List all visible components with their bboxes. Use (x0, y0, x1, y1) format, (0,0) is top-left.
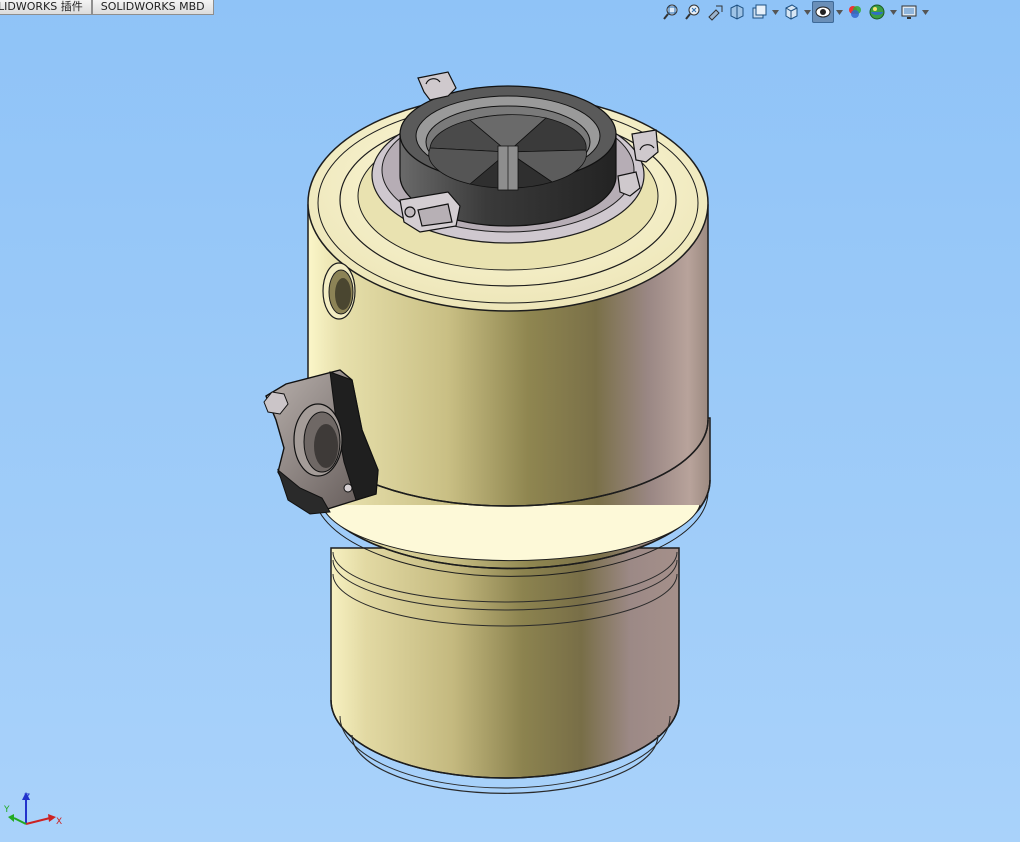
dishwasher-inlet[interactable] (322, 262, 356, 320)
x-axis-arrow (48, 814, 56, 822)
y-axis-arrow (8, 814, 14, 822)
z-axis-label: Z (24, 793, 30, 803)
view-orientation-icon (785, 4, 798, 20)
edit-appearance-button[interactable] (844, 1, 866, 23)
chevron-down-icon (921, 9, 929, 15)
y-axis-label: Y (4, 805, 10, 815)
view-orientation-button[interactable] (780, 1, 802, 23)
chevron-down-icon (803, 9, 811, 15)
x-axis-line (25, 817, 51, 825)
dynamic-annotation-button[interactable] (748, 1, 770, 23)
lower-housing[interactable] (330, 547, 680, 794)
x-axis-label: X (56, 817, 62, 827)
apply-scene-dropdown[interactable] (888, 1, 898, 23)
zoom-to-area-button[interactable] (682, 1, 704, 23)
view-settings-icon (901, 5, 917, 19)
section-view-button[interactable] (726, 1, 748, 23)
command-manager-tabs: LIDWORKS 插件 SOLIDWORKS MBD (0, 0, 214, 15)
dynamic-annotation-icon (752, 4, 767, 19)
dynamic-annotation-dropdown[interactable] (770, 1, 780, 23)
chevron-down-icon (889, 9, 897, 15)
chevron-down-icon (771, 9, 779, 15)
view-settings-button[interactable] (898, 1, 920, 23)
graphics-viewport[interactable] (0, 0, 1020, 842)
display-style-dropdown[interactable] (834, 1, 844, 23)
tab-solidworks-mbd[interactable]: SOLIDWORKS MBD (91, 0, 214, 15)
chevron-down-icon (835, 9, 843, 15)
zoom-to-fit-icon (663, 4, 678, 20)
heads-up-view-toolbar (660, 0, 930, 24)
tab-solidworks-addins[interactable]: LIDWORKS 插件 (0, 0, 92, 15)
previous-view-icon (708, 5, 723, 21)
zoom-to-fit-button[interactable] (660, 1, 682, 23)
apply-scene-button[interactable] (866, 1, 888, 23)
reference-triad: Z X Y (4, 792, 62, 827)
view-orientation-dropdown[interactable] (802, 1, 812, 23)
zoom-to-area-icon (685, 4, 700, 20)
display-style-button[interactable] (812, 1, 834, 23)
previous-view-button[interactable] (704, 1, 726, 23)
display-style-icon (815, 6, 831, 18)
view-settings-dropdown[interactable] (920, 1, 930, 23)
edit-appearance-icon (849, 6, 861, 18)
section-view-icon (730, 4, 744, 20)
y-axis-line (13, 817, 27, 825)
apply-scene-icon (869, 4, 885, 20)
